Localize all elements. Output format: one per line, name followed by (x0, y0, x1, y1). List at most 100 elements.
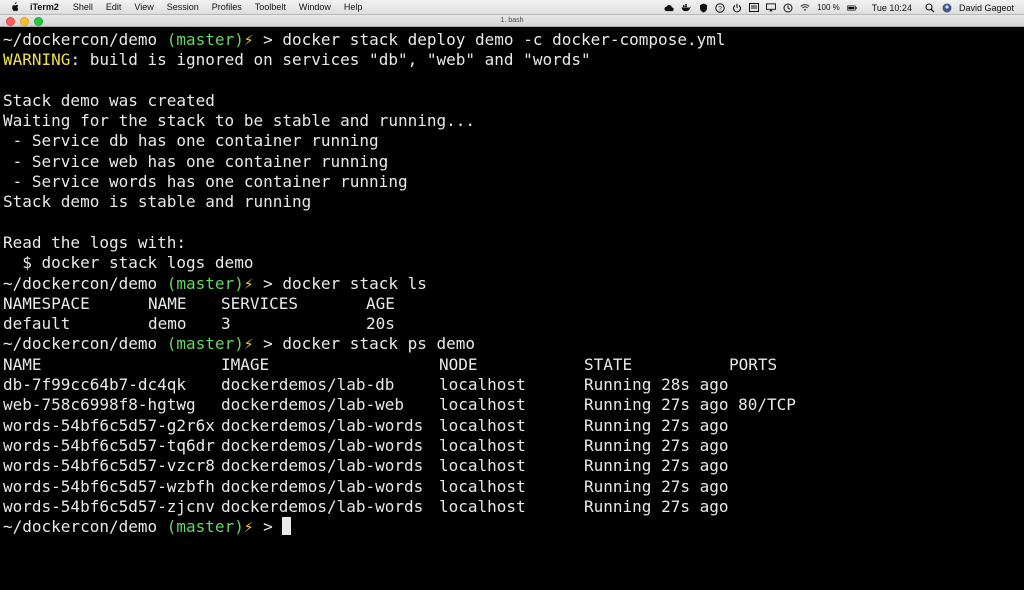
task-name: words-54bf6c5d57-vzcr8 (3, 456, 215, 476)
command-text: docker stack deploy demo -c docker-compo… (282, 30, 726, 49)
prompt-branch: (master) (166, 517, 244, 537)
menu-app-iterm2[interactable]: iTerm2 (30, 2, 59, 12)
header-cell: AGE (366, 293, 395, 313)
header-cell: SERVICES (221, 293, 299, 313)
command-text: docker stack ls (282, 273, 427, 293)
warning-line: WARNING: build is ignored on services "d… (3, 50, 1024, 70)
task-node: localhost (439, 395, 526, 415)
window-title-bar: 1. bash (0, 15, 1024, 27)
output-line: Waiting for the stack to be stable and r… (3, 111, 476, 131)
task-node: localhost (439, 415, 526, 435)
user-name[interactable]: David Gageot (959, 3, 1014, 13)
header-cell: NAMESPACE (3, 293, 90, 313)
airplay-icon[interactable] (766, 3, 777, 13)
user-avatar-icon[interactable] (942, 3, 952, 13)
menubar-clock[interactable]: Tue 10:24 (872, 3, 912, 13)
table-cell: 3 (221, 314, 231, 334)
task-image: dockerdemos/lab-words (221, 435, 424, 455)
output-line: $ docker stack logs demo (3, 253, 254, 273)
status-area: ? 100 % Tue 10:24 David Gageot (664, 0, 1014, 15)
table-row: words-54bf6c5d57-vzcr8 dockerdemos/lab-wo… (3, 456, 1024, 476)
battery-percent: 100 % (817, 3, 840, 12)
shield-icon[interactable] (698, 3, 708, 13)
header-cell: NAME (3, 354, 42, 374)
terminal-output[interactable]: ~/dockercon/demo (master)⚡ > docker stac… (0, 27, 1024, 590)
menu-shell[interactable]: Shell (73, 2, 93, 12)
prompt-branch: (master) (166, 334, 244, 354)
task-ports: 80/TCP (729, 395, 796, 415)
task-name: words-54bf6c5d57-zjcnv (3, 496, 215, 516)
output-line: Stack demo is stable and running (3, 192, 312, 212)
task-name: words-54bf6c5d57-wzbfh (3, 476, 215, 496)
apple-menu-icon[interactable] (10, 2, 20, 12)
prompt-path: ~/dockercon/demo (3, 30, 167, 49)
task-image: dockerdemos/lab-words (221, 456, 424, 476)
task-node: localhost (439, 435, 526, 455)
stack-ls-header: NAMESPACE NAME SERVICES AGE (3, 294, 1024, 314)
header-cell: IMAGE (221, 354, 270, 374)
battery-icon[interactable] (846, 3, 857, 13)
task-state: Running 27s ago (584, 415, 729, 435)
task-node: localhost (439, 375, 526, 395)
prompt-arrow: > (253, 273, 283, 293)
wifi-icon[interactable] (800, 3, 810, 13)
time-machine-icon[interactable] (783, 3, 793, 13)
stack-ps-header: NAME IMAGE NODE STATE PORTS (3, 355, 1024, 375)
prompt-path: ~/dockercon/demo (3, 273, 167, 293)
table-cell: 20s (366, 314, 395, 334)
table-row: words-54bf6c5d57-zjcnv dockerdemos/lab-wo… (3, 497, 1024, 517)
prompt-path: ~/dockercon/demo (3, 334, 167, 354)
task-name: words-54bf6c5d57-tq6dr (3, 435, 215, 455)
table-row: words-54bf6c5d57-wzbfh dockerdemos/lab-wo… (3, 477, 1024, 497)
table-cell: demo (148, 314, 187, 334)
task-state: Running 27s ago (584, 476, 729, 496)
menu-help[interactable]: Help (344, 2, 363, 12)
task-image: dockerdemos/lab-web (221, 395, 405, 415)
task-name: words-54bf6c5d57-g2r6x (3, 415, 215, 435)
task-state: Running 27s ago (584, 435, 729, 455)
task-node: localhost (439, 476, 526, 496)
docker-whale-icon[interactable] (681, 3, 692, 13)
window-title: 1. bash (500, 17, 524, 24)
task-ports-value: 80/TCP (738, 395, 796, 415)
task-name: web-758c6998f8-hgtwg (3, 395, 196, 415)
prompt-line[interactable]: ~/dockercon/demo (master)⚡ > (3, 517, 1024, 537)
task-node: localhost (439, 496, 526, 516)
prompt-arrow: > (253, 334, 283, 354)
output-line: Stack demo was created (3, 90, 215, 110)
task-image: dockerdemos/lab-words (221, 476, 424, 496)
terminal-cursor[interactable] (282, 517, 292, 536)
task-state: Running 28s ago (584, 375, 729, 395)
menu-view[interactable]: View (134, 2, 153, 12)
menu-toolbelt[interactable]: Toolbelt (255, 2, 286, 12)
menu-session[interactable]: Session (167, 2, 199, 12)
task-image: dockerdemos/lab-words (221, 415, 424, 435)
task-state: Running 27s ago (584, 395, 729, 415)
command-text: docker stack ps demo (282, 334, 476, 354)
task-state: Running 27s ago (584, 496, 729, 516)
prompt-path: ~/dockercon/demo (3, 517, 167, 537)
table-cell: default (3, 314, 71, 334)
menu-window[interactable]: Window (299, 2, 331, 12)
header-cell: STATE (584, 354, 633, 374)
help-circle-icon[interactable]: ? (715, 2, 725, 13)
menu-list-icon[interactable] (749, 3, 760, 13)
output-line: - Service web has one container running (3, 151, 389, 171)
prompt-branch: (master) (166, 30, 244, 49)
cloud-icon[interactable] (664, 3, 674, 13)
spotlight-search-icon[interactable] (925, 2, 935, 13)
menu-profiles[interactable]: Profiles (212, 2, 242, 12)
menu-edit[interactable]: Edit (106, 2, 122, 12)
output-line: - Service db has one container running (3, 131, 379, 151)
header-cell: NODE (439, 354, 478, 374)
table-row: web-758c6998f8-hgtwg dockerdemos/lab-web l… (3, 395, 1024, 415)
table-row: words-54bf6c5d57-tq6dr dockerdemos/lab-wo… (3, 436, 1024, 456)
task-state: Running 27s ago (584, 456, 729, 476)
output-line: Read the logs with: (3, 232, 187, 252)
header-cell: NAME (148, 293, 187, 313)
power-icon[interactable] (732, 3, 742, 13)
task-image: dockerdemos/lab-words (221, 496, 424, 516)
header-cell: PORTS (729, 354, 778, 374)
table-row: words-54bf6c5d57-g2r6x dockerdemos/lab-wo… (3, 416, 1024, 436)
